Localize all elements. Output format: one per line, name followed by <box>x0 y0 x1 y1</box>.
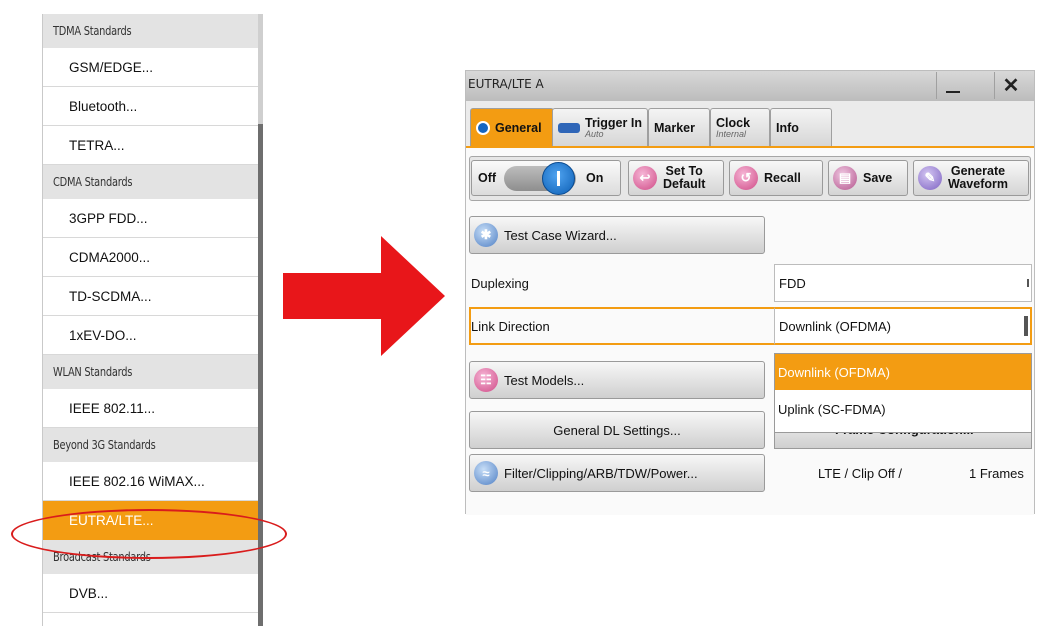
general-panel: Off On ↩ Set To Default ↺ Recall ▤ Save ✎… <box>466 146 1034 515</box>
menu-item-ieee-802-16-wimax[interactable]: IEEE 802.16 WiMAX... <box>43 462 259 501</box>
general-dl-settings-button[interactable]: General DL Settings... <box>469 411 765 449</box>
save-button[interactable]: ▤ Save <box>828 160 908 196</box>
recall-button[interactable]: ↺ Recall <box>729 160 823 196</box>
tab-trigger-in-sublabel: Auto <box>585 128 604 139</box>
menu-item-label: Bluetooth... <box>69 98 138 114</box>
menu-item-td-scdma[interactable]: TD-SCDMA... <box>43 277 259 316</box>
menu-item-gsm-edge[interactable]: GSM/EDGE... <box>43 48 259 87</box>
test-models-icon: ☷ <box>474 368 498 392</box>
menu-item-label: 3GPP FDD... <box>69 210 148 226</box>
link-direction-dropdown-list: Downlink (OFDMA) Uplink (SC-FDMA) <box>774 353 1032 433</box>
menu-item-label: CDMA2000... <box>69 249 151 265</box>
dropdown-option-uplink[interactable]: Uplink (SC-FDMA) <box>775 391 1031 427</box>
dropdown-arrow-icon <box>1027 279 1029 287</box>
menu-category-label: CDMA Standards <box>53 175 133 189</box>
save-icon: ▤ <box>833 166 857 190</box>
tab-general-label: General <box>495 120 542 135</box>
wizard-star-icon: ✱ <box>474 223 498 247</box>
recall-icon: ↺ <box>734 166 758 190</box>
menu-category-label: TDMA Standards <box>53 24 132 38</box>
off-label: Off <box>478 171 497 185</box>
highlight-oval <box>11 509 287 559</box>
tab-trigger-in-label: Trigger In <box>585 115 642 130</box>
test-case-wizard-label: Test Case Wizard... <box>504 227 617 243</box>
dropdown-option-downlink-label: Downlink (OFDMA) <box>778 364 890 380</box>
dropdown-option-uplink-label: Uplink (SC-FDMA) <box>778 401 886 417</box>
menu-category-beyond-3g-standards: Beyond 3G Standards <box>43 428 259 462</box>
tab-trigger-in[interactable]: Trigger In Auto <box>552 108 648 146</box>
on-label: On <box>586 171 604 185</box>
tab-clock[interactable]: Clock Internal <box>710 108 770 146</box>
link-direction-label: Link Direction <box>471 319 550 334</box>
tab-info-label: Info <box>776 120 799 135</box>
generate-waveform-button[interactable]: ✎ Generate Waveform <box>913 160 1029 196</box>
menu-item-cdma2000[interactable]: CDMA2000... <box>43 238 259 277</box>
right-arrow-icon <box>283 236 445 356</box>
dropdown-arrow-icon <box>1024 316 1028 336</box>
dialog-titlebar: EUTRA/LTE A ✕ <box>466 71 1034 101</box>
menu-item-tetra[interactable]: TETRA... <box>43 126 259 165</box>
dialog-title: EUTRA/LTE A <box>468 77 544 91</box>
menu-item-dvb[interactable]: DVB... <box>43 574 259 613</box>
tab-clock-label: Clock <box>716 115 751 130</box>
generate-label-line2: Waveform <box>948 177 1008 191</box>
test-models-button[interactable]: ☷ Test Models... <box>469 361 765 399</box>
duplexing-select[interactable]: FDD <box>774 264 1032 302</box>
menu-item-label: TD-SCDMA... <box>69 288 152 304</box>
menu-item-bluetooth[interactable]: Bluetooth... <box>43 87 259 126</box>
menu-category-label: Beyond 3G Standards <box>53 438 156 452</box>
tab-marker-label: Marker <box>654 120 695 135</box>
filter-wave-icon: ≈ <box>474 461 498 485</box>
minimize-icon <box>946 90 960 93</box>
link-direction-select[interactable]: Downlink (OFDMA) <box>774 307 1032 345</box>
menu-item-label: GSM/EDGE... <box>69 59 154 75</box>
filter-clipping-button[interactable]: ≈ Filter/Clipping/ARB/TDW/Power... <box>469 454 765 492</box>
test-case-wizard-button[interactable]: ✱ Test Case Wizard... <box>469 216 765 254</box>
tab-info[interactable]: Info <box>770 108 832 146</box>
toolbar: Off On ↩ Set To Default ↺ Recall ▤ Save ✎… <box>469 156 1031 201</box>
menu-item-label: 1xEV-DO... <box>69 327 137 343</box>
menu-item-label: TETRA... <box>69 137 125 153</box>
generate-label-line1: Generate <box>950 164 1006 178</box>
tab-general[interactable]: General <box>470 108 554 146</box>
dropdown-option-downlink[interactable]: Downlink (OFDMA) <box>775 354 1031 390</box>
generate-waveform-icon: ✎ <box>918 166 942 190</box>
menu-item-label: DVB... <box>69 585 109 601</box>
menu-scrollbar-thumb[interactable] <box>258 14 263 124</box>
tab-clock-sublabel: Internal <box>716 128 747 139</box>
menu-category-wlan-standards: WLAN Standards <box>43 355 259 389</box>
recall-label: Recall <box>764 170 801 185</box>
menu-category-label: WLAN Standards <box>53 365 133 379</box>
minimize-button[interactable] <box>936 72 969 99</box>
set-to-default-label-line2: Default <box>663 177 706 191</box>
menu-category-cdma-standards: CDMA Standards <box>43 165 259 199</box>
set-to-default-label-line1: Set To <box>665 164 703 178</box>
filter-clipping-label: Filter/Clipping/ARB/TDW/Power... <box>504 465 698 481</box>
menu-item-3gpp-fdd[interactable]: 3GPP FDD... <box>43 199 259 238</box>
set-to-default-button[interactable]: ↩ Set To Default <box>628 160 724 196</box>
frames-status: 1 Frames <box>969 466 1024 481</box>
duplexing-label: Duplexing <box>471 276 529 291</box>
menu-item-label: IEEE 802.11... <box>69 400 156 416</box>
menu-category-tdma-standards: TDMA Standards <box>43 14 259 48</box>
close-button[interactable]: ✕ <box>994 72 1027 99</box>
menu-item-label: IEEE 802.16 WiMAX... <box>69 473 205 489</box>
link-direction-value: Downlink (OFDMA) <box>779 318 891 334</box>
general-dl-settings-label: General DL Settings... <box>553 422 681 438</box>
power-icon <box>542 162 575 195</box>
on-off-toggle[interactable]: Off On <box>471 160 621 196</box>
menu-item-1xev-do[interactable]: 1xEV-DO... <box>43 316 259 355</box>
reset-icon: ↩ <box>633 166 657 190</box>
trigger-icon <box>558 122 580 133</box>
info-circle-icon <box>476 120 490 135</box>
filter-status: LTE / Clip Off / <box>818 466 903 481</box>
menu-item-ieee-802-11[interactable]: IEEE 802.11... <box>43 389 259 428</box>
test-models-label: Test Models... <box>504 372 585 388</box>
close-icon: ✕ <box>1002 75 1020 97</box>
duplexing-value: FDD <box>779 275 806 291</box>
eutra-lte-dialog: EUTRA/LTE A ✕ General Trigger In Auto Mar… <box>465 70 1035 515</box>
save-label: Save <box>863 170 893 185</box>
tab-marker[interactable]: Marker <box>648 108 710 146</box>
